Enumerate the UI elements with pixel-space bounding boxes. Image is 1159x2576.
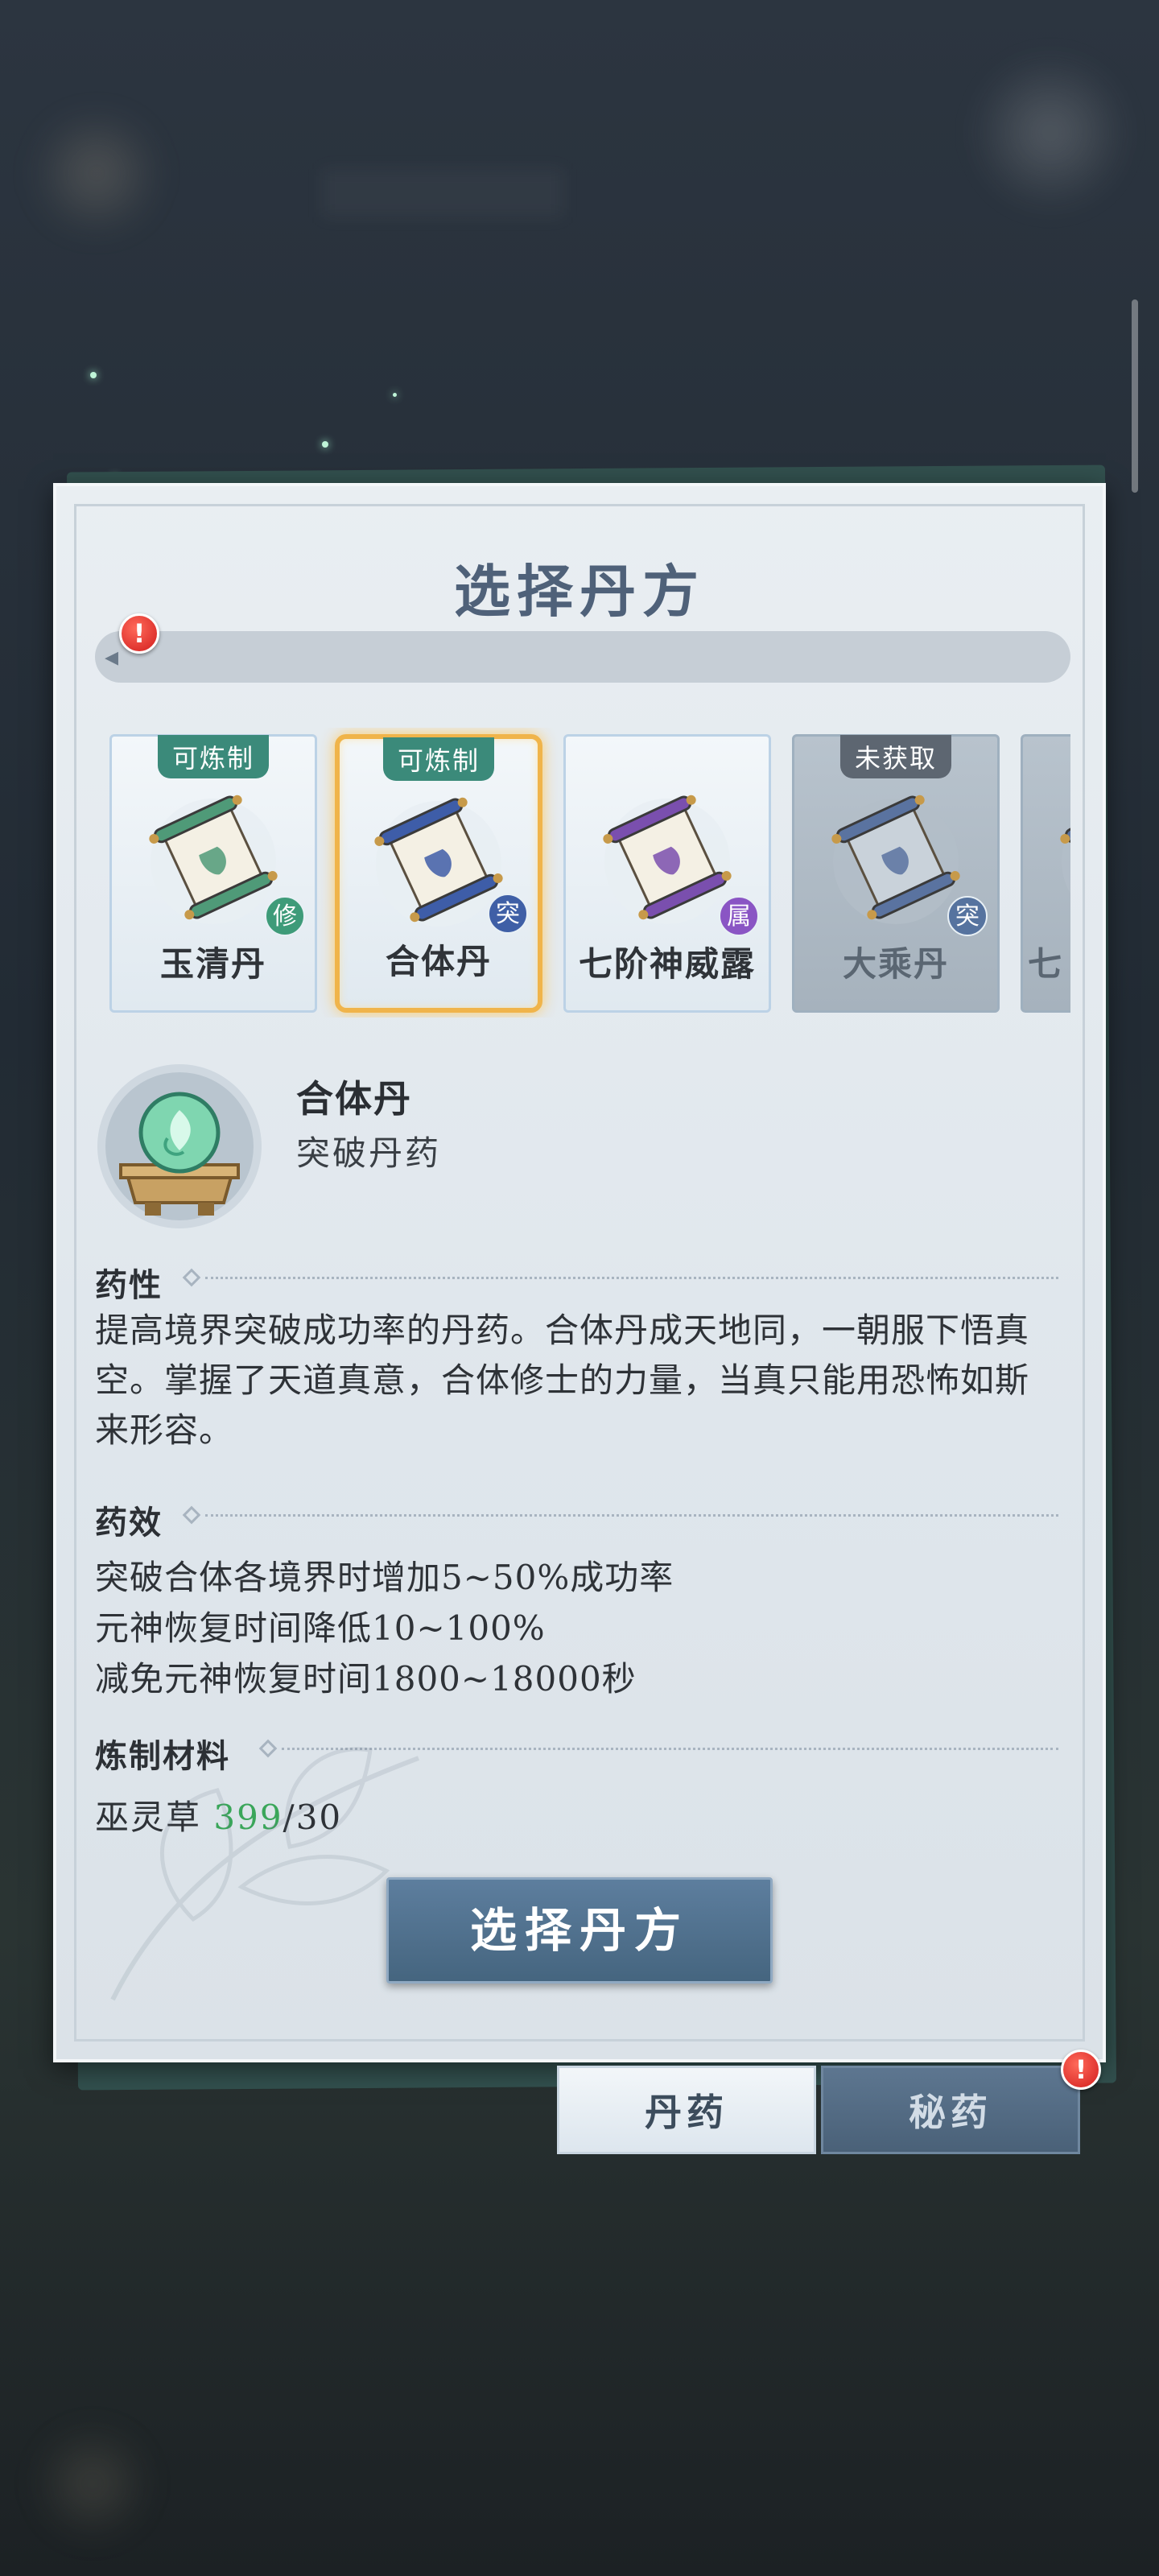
tab-secret-pills[interactable]: 秘药: [821, 2066, 1080, 2154]
blurred-mascot: [974, 48, 1127, 217]
recipe-card[interactable]: 属七阶神威露: [563, 734, 771, 1013]
sparkle: [393, 393, 397, 397]
recipe-card[interactable]: 可炼制修玉清丹: [109, 734, 317, 1013]
dialog-title: 选择丹方: [454, 558, 705, 625]
pill-name: 合体丹: [296, 1077, 412, 1121]
effect-line: 元神恢复时间降低10~100%: [95, 1608, 546, 1648]
recipe-name: 大乘丹: [842, 944, 949, 984]
recipe-status-tag: 未获取: [839, 735, 952, 778]
property-heading: 药性: [95, 1266, 163, 1304]
blurred-header: [322, 169, 563, 217]
type-badge-icon: 突: [947, 896, 988, 936]
recipe-carousel[interactable]: 可炼制修玉清丹 可炼制突合体丹属七阶神威露 未获取突大乘丹七: [109, 728, 1070, 1018]
select-recipe-button[interactable]: 选择丹方: [386, 1877, 773, 1984]
scroll-icon: [1060, 795, 1070, 894]
type-badge-icon: 属: [719, 896, 759, 936]
alert-badge-icon: !: [119, 613, 159, 654]
sparkle: [322, 441, 328, 448]
recipe-filter-bar[interactable]: ◂: [95, 631, 1070, 683]
recipe-name: 合体丹: [385, 942, 492, 981]
recipe-card[interactable]: 七: [1021, 734, 1070, 1013]
type-badge-icon: 突: [488, 894, 528, 934]
pill-type: 突破丹药: [296, 1133, 442, 1173]
type-badge-icon: 修: [265, 896, 305, 936]
sparkle: [90, 372, 97, 378]
recipe-name: 七阶神威露: [578, 944, 756, 984]
effect-line: 减免元神恢复时间1800~18000秒: [95, 1659, 637, 1699]
recipe-status-tag: 可炼制: [382, 737, 495, 781]
alert-badge-icon: !: [1061, 2050, 1101, 2090]
recipe-card[interactable]: 可炼制突合体丹: [335, 734, 542, 1013]
blurred-corner-icon: [32, 2423, 153, 2544]
divider: [205, 1277, 1058, 1279]
leaf-decoration: [110, 1747, 420, 2001]
recipe-select-dialog: 选择丹方 ◂ ! 可炼制修玉清丹 可炼制突合体丹属七阶神威露 未获取突大乘丹七 合体…: [53, 483, 1106, 2062]
scrollbar[interactable]: [1132, 299, 1138, 493]
property-text: 提高境界突破成功率的丹药。合体丹成天地同，一朝服下悟真空。掌握了天道真意，合体修…: [95, 1311, 1030, 1450]
recipe-name: 七: [1028, 944, 1064, 984]
blurred-logo: [24, 113, 169, 233]
effect-heading: 药效: [95, 1504, 163, 1542]
scroll-icon: [603, 795, 732, 924]
scroll-icon: [831, 795, 960, 924]
scroll-icon: [149, 795, 278, 924]
divider: [205, 1514, 1058, 1517]
effect-line: 突破合体各境界时增加5~50%成功率: [95, 1558, 674, 1597]
recipe-card[interactable]: 未获取突大乘丹: [792, 734, 1000, 1013]
recipe-name: 玉清丹: [159, 944, 266, 984]
pill-furnace-icon: [97, 1064, 262, 1228]
tab-pills[interactable]: 丹药: [557, 2066, 816, 2154]
recipe-status-tag: 可炼制: [157, 735, 270, 778]
